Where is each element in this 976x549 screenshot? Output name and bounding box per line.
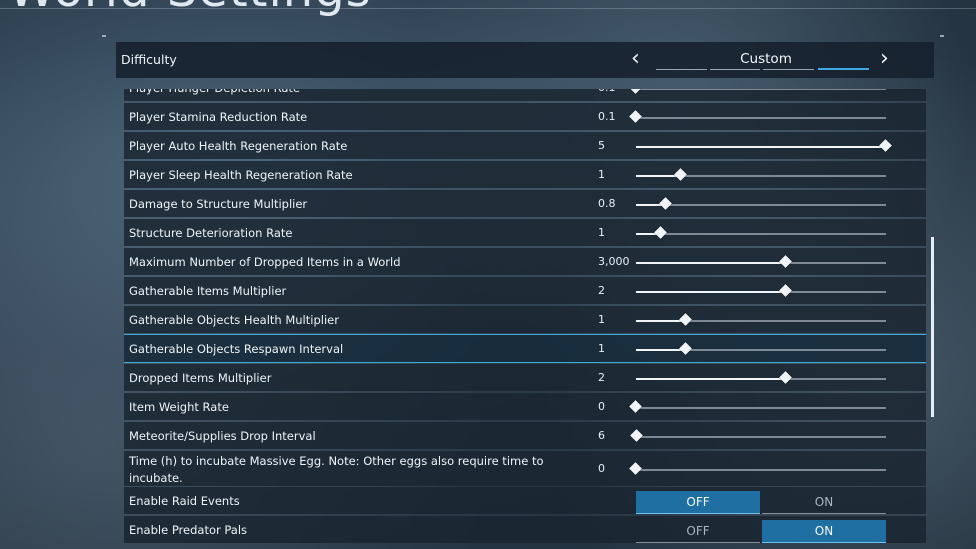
slider-thumb[interactable] <box>674 168 687 181</box>
setting-label: Meteorite/Supplies Drop Interval <box>129 429 316 443</box>
settings-row[interactable]: Damage to Structure Multiplier 0.8 <box>124 190 926 217</box>
chevron-right-icon[interactable]: › <box>880 48 889 70</box>
slider-thumb[interactable] <box>779 284 792 297</box>
settings-row[interactable]: Meteorite/Supplies Drop Interval 6 <box>124 422 926 449</box>
setting-value: 2 <box>598 371 605 384</box>
settings-list: Player Hunger Depletion Rate0.1Player St… <box>124 89 926 549</box>
slider-track[interactable] <box>629 462 886 475</box>
slider-fill <box>636 349 686 351</box>
slider-thumb[interactable] <box>679 313 692 326</box>
setting-label: Player Stamina Reduction Rate <box>129 110 308 124</box>
scrollbar-thumb[interactable] <box>931 237 934 417</box>
slider-track[interactable] <box>636 168 886 181</box>
slider-thumb[interactable] <box>879 139 892 152</box>
slider-thumb[interactable] <box>630 429 644 442</box>
slider-thumb[interactable] <box>654 226 667 239</box>
setting-label: Item Weight Rate <box>129 400 229 414</box>
slider-fill <box>636 320 686 322</box>
setting-label: Gatherable Objects Respawn Interval <box>129 342 344 356</box>
setting-label: Enable Raid Events <box>129 494 240 508</box>
settings-row[interactable]: Gatherable Items Multiplier 2 <box>124 277 926 304</box>
slider-track[interactable] <box>636 342 886 355</box>
setting-value: 3,000 <box>598 255 630 268</box>
slider-thumb[interactable] <box>779 255 792 268</box>
settings-row[interactable]: Item Weight Rate 0 <box>124 393 926 420</box>
settings-row[interactable]: Time (h) to incubate Massive Egg. Note: … <box>124 451 926 486</box>
setting-label: Structure Deterioration Rate <box>129 226 293 240</box>
title-divider <box>0 8 976 9</box>
slider-track[interactable] <box>636 313 886 326</box>
setting-label: Player Auto Health Regeneration Rate <box>129 139 348 153</box>
chevron-left-icon[interactable]: ‹ <box>631 48 640 70</box>
slider-track[interactable] <box>636 197 886 210</box>
slider-track[interactable] <box>636 255 886 268</box>
settings-row[interactable]: Player Auto Health Regeneration Rate 5 <box>124 132 926 159</box>
slider-track[interactable] <box>629 89 886 94</box>
slider-track[interactable] <box>629 400 886 413</box>
slider-thumb[interactable] <box>679 342 692 355</box>
slider-thumb[interactable] <box>779 371 792 384</box>
slider-track[interactable] <box>629 110 886 123</box>
slider-fill <box>636 146 886 148</box>
settings-row[interactable]: Gatherable Objects Health Multiplier 1 <box>124 306 926 333</box>
corner-mark-right <box>940 35 944 37</box>
toggle-on-button[interactable]: ON <box>762 491 886 514</box>
slider-track[interactable] <box>636 284 886 297</box>
setting-label: Gatherable Objects Health Multiplier <box>129 313 339 327</box>
setting-label: Dropped Items Multiplier <box>129 371 272 385</box>
slider-track[interactable] <box>636 139 892 152</box>
slider-thumb[interactable] <box>629 89 642 94</box>
settings-row[interactable]: Enable Raid Events OFF ON <box>124 487 926 514</box>
slider-thumb[interactable] <box>629 400 642 413</box>
difficulty-step-3[interactable] <box>763 69 814 70</box>
setting-value: 2 <box>598 284 605 297</box>
setting-label: Gatherable Items Multiplier <box>129 284 287 298</box>
settings-row[interactable]: Gatherable Objects Respawn Interval 1 <box>124 334 926 363</box>
settings-row[interactable]: Player Sleep Health Regeneration Rate 1 <box>124 161 926 188</box>
settings-row[interactable]: Maximum Number of Dropped Items in a Wor… <box>124 248 926 275</box>
setting-value: 0.1 <box>598 89 616 94</box>
slider-fill <box>636 262 786 264</box>
setting-value: 1 <box>598 313 605 326</box>
setting-label: Maximum Number of Dropped Items in a Wor… <box>129 255 401 269</box>
page-title: World Settings <box>8 0 372 18</box>
setting-value: 0.8 <box>598 197 616 210</box>
slider-thumb[interactable] <box>629 110 642 123</box>
setting-value: 5 <box>598 139 605 152</box>
slider-track[interactable] <box>636 226 886 239</box>
setting-value: 1 <box>598 168 605 181</box>
corner-mark-left <box>102 35 106 37</box>
slider-fill <box>636 378 786 380</box>
slider-thumb[interactable] <box>659 197 672 210</box>
setting-value: 1 <box>598 342 605 355</box>
difficulty-label: Difficulty <box>121 52 177 67</box>
setting-label: Enable Predator Pals <box>129 523 248 537</box>
difficulty-step-1[interactable] <box>656 69 707 70</box>
slider-track[interactable] <box>630 429 886 442</box>
setting-value: 0 <box>598 400 605 413</box>
settings-row[interactable]: Enable Predator Pals OFF ON <box>124 516 926 543</box>
difficulty-value: Custom <box>740 51 792 67</box>
slider-thumb[interactable] <box>629 462 642 475</box>
settings-row[interactable]: Player Stamina Reduction Rate 0.1 <box>124 103 926 130</box>
setting-value: 0 <box>598 462 605 475</box>
toggle-off-button[interactable]: OFF <box>636 491 760 514</box>
difficulty-selector: Difficulty ‹ Custom › <box>116 42 934 78</box>
toggle-on-button[interactable]: ON <box>762 520 886 543</box>
settings-row[interactable]: Player Hunger Depletion Rate 0.1 <box>124 89 926 101</box>
settings-row[interactable]: Structure Deterioration Rate 1 <box>124 219 926 246</box>
setting-label: Damage to Structure Multiplier <box>129 197 308 211</box>
difficulty-step-2[interactable] <box>710 69 760 70</box>
slider-track[interactable] <box>636 371 886 384</box>
slider-fill <box>636 291 786 293</box>
setting-label: Player Sleep Health Regeneration Rate <box>129 168 353 182</box>
difficulty-step-4[interactable] <box>818 68 869 70</box>
setting-value: 1 <box>598 226 605 239</box>
setting-label: Time (h) to incubate Massive Egg. Note: … <box>129 454 544 485</box>
setting-value: 6 <box>598 429 605 442</box>
setting-label: Player Hunger Depletion Rate <box>129 89 300 95</box>
setting-value: 0.1 <box>598 110 616 123</box>
settings-row[interactable]: Dropped Items Multiplier 2 <box>124 364 926 391</box>
toggle-off-button[interactable]: OFF <box>636 520 760 543</box>
